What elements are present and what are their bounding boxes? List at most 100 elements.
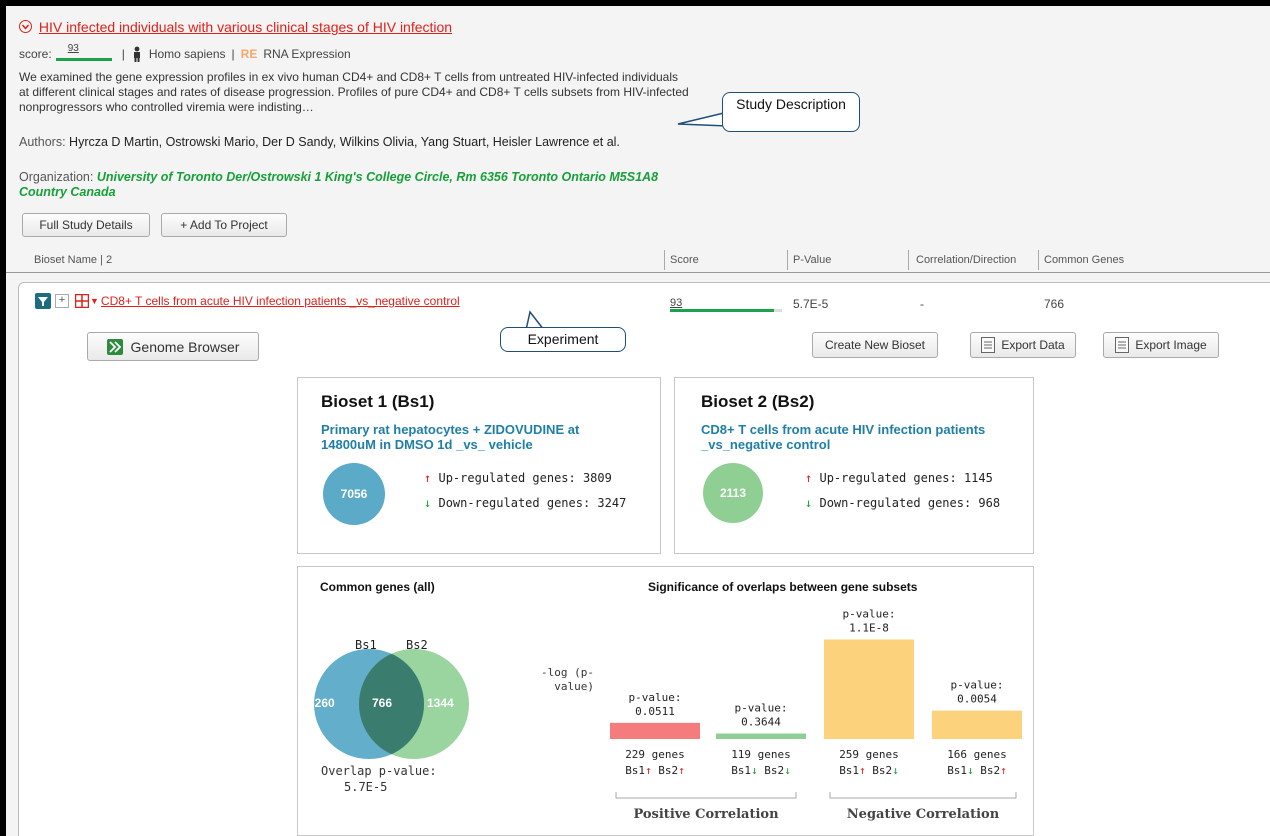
venn-bs1-label: Bs1 (355, 638, 377, 652)
experiment-score-bar (670, 309, 775, 312)
re-badge: RE (240, 47, 258, 61)
dropdown-arrow-icon[interactable]: ▼ (90, 296, 99, 306)
score-bar (55, 58, 112, 61)
grid-icon[interactable] (74, 293, 90, 309)
bar-3-direction: Bs1↑ Bs2↓ (839, 764, 899, 777)
bar-1-pvalue-label: p-value: (629, 691, 682, 704)
bioset1-total: 7056 (340, 487, 368, 501)
bioset1-subtitle[interactable]: Primary rat hepatocytes + ZIDOVUDINE at … (321, 422, 631, 452)
bar-4 (932, 710, 1022, 739)
bioset2-card: Bioset 2 (Bs2) CD8+ T cells from acute H… (674, 377, 1034, 554)
bioset1-up-text: Up-regulated genes: 3809 (438, 471, 612, 485)
bar-4-genes: 166 genes (947, 748, 1007, 761)
export-image-button[interactable]: Export Image (1103, 332, 1219, 358)
bioset2-up: ↑ Up-regulated genes: 1145 (805, 471, 993, 485)
genome-browser-button[interactable]: Genome Browser (87, 332, 259, 361)
chart-ylabel: -log (p-value) (541, 666, 594, 693)
header-separator (787, 250, 788, 270)
bioset2-down-text: Down-regulated genes: 968 (819, 496, 1001, 510)
export-data-button[interactable]: Export Data (970, 332, 1076, 358)
significance-chart: p-value:0.0511229 genesBs1↑ Bs2↑p-value:… (610, 608, 1022, 822)
chart-title: Significance of overlaps between gene su… (648, 580, 918, 594)
bar-1-pvalue-label: 0.0511 (635, 705, 675, 718)
experiment-name-link[interactable]: CD8+ T cells from acute HIV infection pa… (101, 294, 460, 308)
experiment-correlation: - (920, 297, 924, 311)
bar-2-pvalue-label: 0.3644 (741, 716, 781, 729)
bioset2-total-circle: 2113 (703, 463, 763, 523)
bar-1-direction: Bs1↑ Bs2↑ (625, 764, 685, 777)
score-widget: 93 (55, 43, 116, 62)
venn-only-bs1: 6260 (308, 696, 335, 710)
bioset1-up: ↑ Up-regulated genes: 3809 (424, 471, 612, 485)
plus-icon[interactable]: + (55, 294, 69, 308)
filter-icon[interactable] (35, 293, 51, 309)
bioset1-title: Bioset 1 (Bs1) (321, 392, 435, 411)
page: HIV infected individuals with various cl… (6, 6, 1270, 836)
bar-4-pvalue-label: 0.0054 (957, 693, 997, 706)
bar-2-direction: Bs1↓ Bs2↓ (731, 764, 791, 777)
collapse-icon[interactable] (19, 20, 32, 33)
study-organization: Organization: University of Toronto Der/… (19, 170, 699, 200)
study-meta-row: score: 93 | Homo sapiens | RE RNA Expres… (19, 43, 351, 62)
study-description: We examined the gene expression profiles… (19, 70, 689, 114)
org-label: Organization: (19, 170, 94, 184)
down-arrow-icon: ↓ (805, 496, 813, 510)
export-data-label: Export Data (1001, 338, 1065, 352)
venn-bs2-label: Bs2 (406, 638, 428, 652)
bar-4-pvalue-label: p-value: (951, 679, 1004, 692)
add-to-project-button[interactable]: + Add To Project (161, 213, 287, 237)
header-pvalue[interactable]: P-Value (793, 254, 831, 266)
group-bracket-2 (829, 792, 1017, 799)
bar-3-genes: 259 genes (839, 748, 899, 761)
study-title-link[interactable]: HIV infected individuals with various cl… (39, 19, 452, 35)
bar-1-genes: 229 genes (625, 748, 685, 761)
authors-value: Hyrcza D Martin, Ostrowski Mario, Der D … (69, 135, 620, 149)
bar-2 (716, 733, 806, 739)
header-correlation[interactable]: Correlation/Direction (916, 254, 1016, 266)
header-bioset-name[interactable]: Bioset Name | 2 (34, 254, 112, 266)
bioset2-title: Bioset 2 (Bs2) (701, 392, 815, 411)
up-arrow-icon: ↑ (424, 471, 432, 485)
study-title-row[interactable]: HIV infected individuals with various cl… (19, 19, 452, 35)
document-icon (1115, 337, 1130, 353)
group-label-2: Negative Correlation (847, 807, 1000, 822)
bioset2-up-text: Up-regulated genes: 1145 (819, 471, 993, 485)
bioset1-total-circle: 7056 (323, 463, 385, 525)
authors-label: Authors: (19, 135, 66, 149)
down-arrow-icon: ↓ (424, 496, 432, 510)
experiment-score: 93 (670, 293, 782, 315)
header-score[interactable]: Score (670, 254, 699, 266)
create-new-bioset-button[interactable]: Create New Bioset (812, 332, 938, 358)
bioset2-total: 2113 (719, 486, 747, 500)
bar-3 (824, 639, 914, 739)
species: Homo sapiens (148, 47, 226, 61)
full-study-details-button[interactable]: Full Study Details (22, 213, 150, 237)
bioset2-subtitle[interactable]: CD8+ T cells from acute HIV infection pa… (701, 422, 1001, 452)
experiment-callout: Experiment (500, 327, 626, 352)
bar-4-direction: Bs1↓ Bs2↑ (947, 764, 1007, 777)
experiment-score-value: 93 (670, 297, 683, 309)
bar-3-pvalue-label: 1.1E-8 (849, 622, 889, 635)
overlap-pvalue-label: Overlap p-value: (321, 764, 437, 778)
bioset2-down: ↓ Down-regulated genes: 968 (805, 496, 1000, 510)
bar-2-genes: 119 genes (731, 748, 791, 761)
genome-browser-icon (106, 338, 123, 355)
header-separator (1038, 250, 1039, 270)
common-genes-title: Common genes (all) (320, 580, 435, 594)
document-icon (981, 337, 996, 353)
experiment-common-genes: 766 (1044, 297, 1065, 311)
table-header-line (6, 272, 1270, 273)
person-icon (131, 46, 143, 62)
bioset1-down-text: Down-regulated genes: 3247 (438, 496, 627, 510)
group-label-1: Positive Correlation (633, 807, 779, 822)
group-bracket-1 (615, 792, 797, 799)
up-arrow-icon: ↑ (805, 471, 813, 485)
experiment-row: + ▼ CD8+ T cells from acute HIV infectio… (35, 293, 460, 309)
header-common-genes[interactable]: Common Genes (1044, 254, 1124, 266)
header-separator (664, 250, 665, 270)
bar-3-pvalue-label: p-value: (843, 608, 896, 621)
overlap-pvalue-value: 5.7E-5 (344, 780, 388, 794)
bioset1-card: Bioset 1 (Bs1) Primary rat hepatocytes +… (297, 377, 661, 554)
study-authors: Authors: Hyrcza D Martin, Ostrowski Mari… (19, 134, 699, 150)
experiment-pvalue: 5.7E-5 (793, 297, 829, 311)
